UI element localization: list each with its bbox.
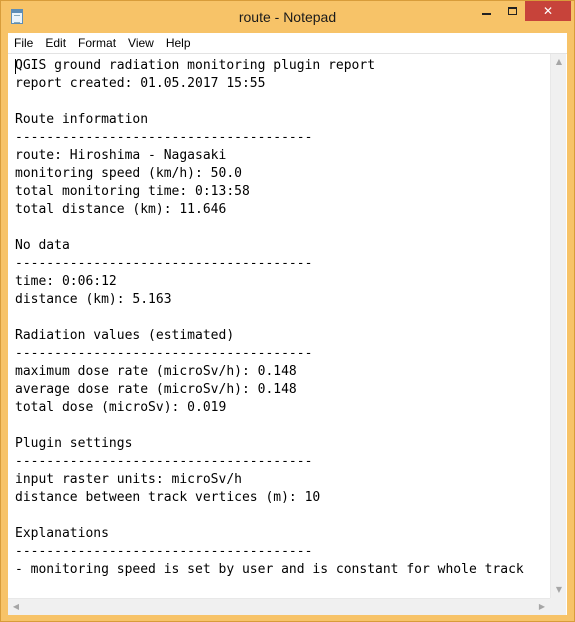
- close-button[interactable]: ✕: [525, 1, 571, 21]
- text-editor[interactable]: QGIS ground radiation monitoring plugin …: [8, 53, 567, 615]
- text-line[interactable]: total monitoring time: 0:13:58: [15, 183, 543, 201]
- menu-bar: File Edit Format View Help: [8, 33, 567, 53]
- text-caret: [15, 59, 16, 74]
- text-line[interactable]: total distance (km): 11.646: [15, 201, 543, 219]
- text-line[interactable]: [15, 219, 543, 237]
- text-line[interactable]: report created: 01.05.2017 15:55: [15, 75, 543, 93]
- text-line[interactable]: Plugin settings: [15, 435, 543, 453]
- maximize-button[interactable]: [499, 1, 525, 21]
- text-line[interactable]: [15, 309, 543, 327]
- text-line[interactable]: route: Hiroshima - Nagasaki: [15, 147, 543, 165]
- text-line[interactable]: time: 0:06:12: [15, 273, 543, 291]
- text-line[interactable]: average dose rate (microSv/h): 0.148: [15, 381, 543, 399]
- text-line[interactable]: maximum dose rate (microSv/h): 0.148: [15, 363, 543, 381]
- menu-file[interactable]: File: [8, 33, 39, 53]
- text-line[interactable]: distance between track vertices (m): 10: [15, 489, 543, 507]
- maximize-icon: [507, 7, 517, 15]
- document-text[interactable]: QGIS ground radiation monitoring plugin …: [15, 57, 543, 596]
- menu-edit[interactable]: Edit: [39, 33, 72, 53]
- title-bar[interactable]: route - Notepad ✕: [1, 1, 574, 33]
- text-line[interactable]: --------------------------------------: [15, 453, 543, 471]
- scroll-up-icon[interactable]: ▲: [551, 57, 567, 67]
- text-line[interactable]: distance (km): 5.163: [15, 291, 543, 309]
- text-line[interactable]: Radiation values (estimated): [15, 327, 543, 345]
- menu-help[interactable]: Help: [160, 33, 197, 53]
- text-line[interactable]: monitoring speed (km/h): 50.0: [15, 165, 543, 183]
- text-line[interactable]: Explanations: [15, 525, 543, 543]
- text-line[interactable]: --------------------------------------: [15, 345, 543, 363]
- notepad-window: route - Notepad ✕ File Edit Format View …: [0, 0, 575, 622]
- scroll-left-icon[interactable]: ◀: [11, 602, 21, 612]
- horizontal-scrollbar[interactable]: ◀ ▶: [8, 598, 550, 615]
- text-line[interactable]: [15, 93, 543, 111]
- menu-view[interactable]: View: [122, 33, 160, 53]
- scrollbar-corner: [550, 598, 566, 615]
- text-line[interactable]: - monitoring speed is set by user and is…: [15, 561, 543, 579]
- text-line[interactable]: input raster units: microSv/h: [15, 471, 543, 489]
- text-line[interactable]: QGIS ground radiation monitoring plugin …: [15, 57, 543, 75]
- vertical-scrollbar[interactable]: ▲ ▼: [550, 54, 566, 598]
- close-icon: ✕: [542, 4, 554, 18]
- text-line[interactable]: [15, 507, 543, 525]
- minimize-icon: [481, 13, 491, 15]
- text-line[interactable]: --------------------------------------: [15, 255, 543, 273]
- text-line[interactable]: [15, 417, 543, 435]
- minimize-button[interactable]: [473, 1, 499, 21]
- scroll-right-icon[interactable]: ▶: [537, 602, 547, 612]
- scroll-down-icon[interactable]: ▼: [551, 585, 567, 595]
- text-line[interactable]: No data: [15, 237, 543, 255]
- text-line[interactable]: total dose (microSv): 0.019: [15, 399, 543, 417]
- text-line[interactable]: --------------------------------------: [15, 543, 543, 561]
- menu-format[interactable]: Format: [72, 33, 122, 53]
- text-line[interactable]: Route information: [15, 111, 543, 129]
- text-line[interactable]: --------------------------------------: [15, 129, 543, 147]
